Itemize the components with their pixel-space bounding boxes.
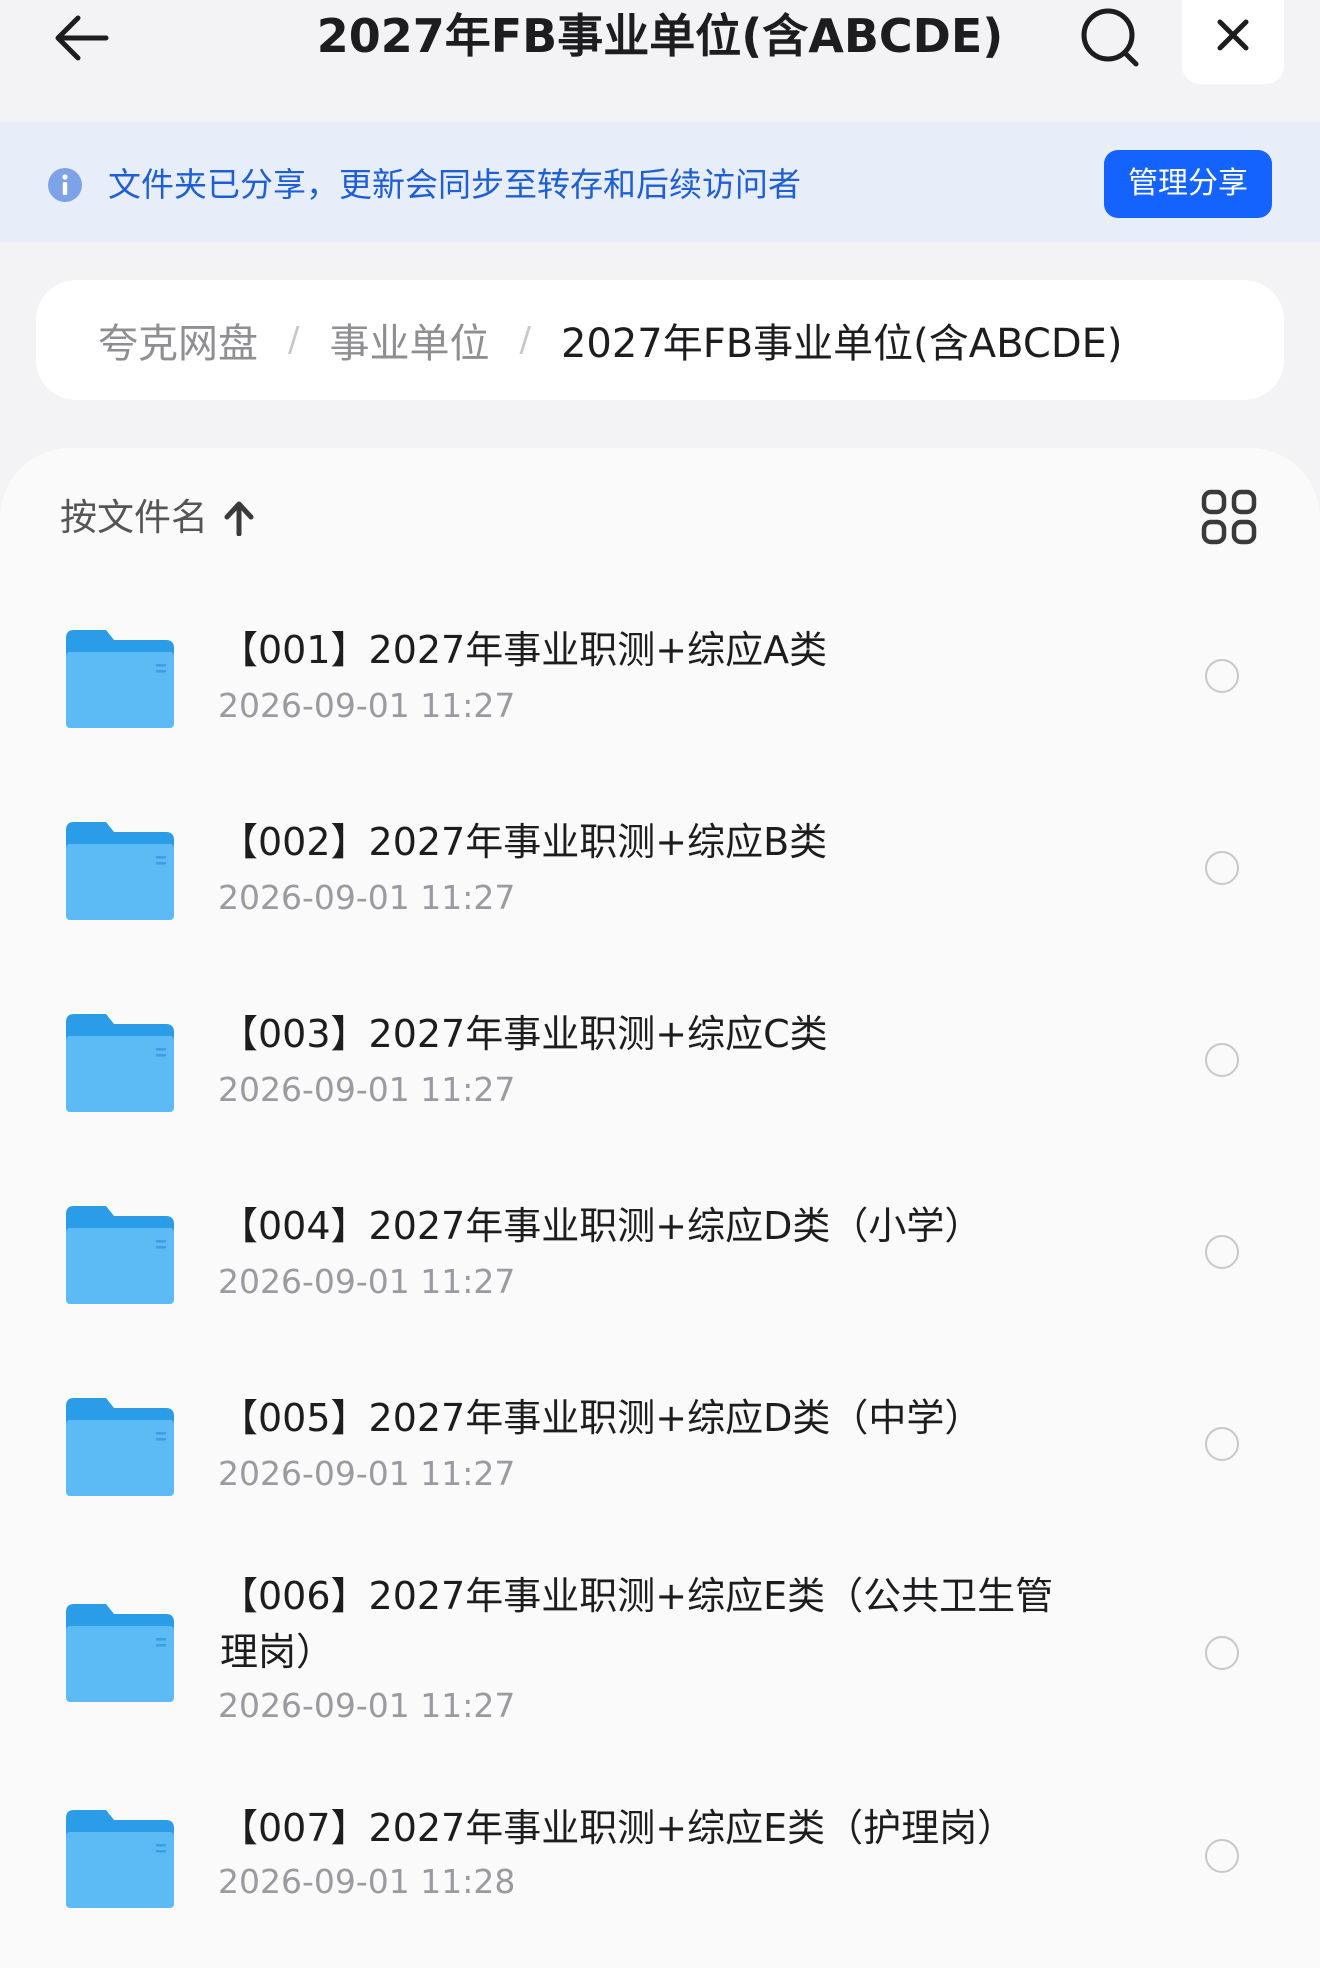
folder-icon (66, 1810, 174, 1908)
back-button[interactable] (50, 6, 114, 70)
file-name: 【007】2027年事业职测+综应E类（护理岗） (220, 1806, 1016, 1850)
file-date: 2026-09-01 11:27 (218, 1686, 516, 1725)
search-icon (1081, 8, 1139, 67)
info-icon (48, 168, 82, 202)
list-item[interactable]: 【004】2027年事业职测+综应D类（小学） 2026-09-01 11:27 (0, 1176, 1320, 1346)
folder-icon (66, 1398, 174, 1496)
folder-icon (66, 822, 174, 920)
select-checkbox[interactable] (1205, 851, 1239, 885)
grid-view-icon[interactable] (1200, 488, 1258, 546)
file-date: 2026-09-01 11:27 (218, 1070, 516, 1109)
file-name: 【002】2027年事业职测+综应B类 (220, 820, 828, 864)
manage-share-button[interactable]: 管理分享 (1104, 150, 1272, 218)
file-name: 【004】2027年事业职测+综应D类（小学） (220, 1204, 983, 1248)
select-checkbox[interactable] (1205, 1839, 1239, 1873)
folder-icon (66, 1206, 174, 1304)
list-item[interactable]: 【006】2027年事业职测+综应E类（公共卫生管理岗） 2026-09-01 … (0, 1568, 1320, 1758)
list-item[interactable]: 【007】2027年事业职测+综应E类（护理岗） 2026-09-01 11:2… (0, 1790, 1320, 1927)
share-notice-text: 文件夹已分享，更新会同步至转存和后续访问者 (108, 165, 801, 204)
search-button[interactable] (1078, 4, 1144, 70)
select-checkbox[interactable] (1205, 1235, 1239, 1269)
breadcrumb-separator: / (288, 320, 300, 360)
page-title: 2027年FB事业单位(含ABCDE) (316, 9, 1004, 63)
list-item[interactable]: 【001】2027年事业职测+综应A类 2026-09-01 11:27 (0, 600, 1320, 770)
select-checkbox[interactable] (1205, 1636, 1239, 1670)
list-item[interactable]: 【003】2027年事业职测+综应C类 2026-09-01 11:27 (0, 984, 1320, 1154)
file-date: 2026-09-01 11:27 (218, 1454, 516, 1493)
file-date: 2026-09-01 11:28 (218, 1862, 516, 1901)
sort-by-name-button[interactable]: 按文件名 (60, 488, 208, 548)
file-name: 【005】2027年事业职测+综应D类（中学） (220, 1396, 983, 1440)
breadcrumb-item-current: 2027年FB事业单位(含ABCDE) (560, 321, 1123, 367)
breadcrumb: 夸克网盘 / 事业单位 / 2027年FB事业单位(含ABCDE) (36, 280, 1284, 400)
list-item[interactable]: 【005】2027年事业职测+综应D类（中学） 2026-09-01 11:27 (0, 1368, 1320, 1538)
arrow-up-icon[interactable] (222, 500, 256, 536)
close-button[interactable] (1182, 0, 1284, 84)
file-name: 【006】2027年事业职测+综应E类（公共卫生管理岗） (220, 1574, 1054, 1674)
select-checkbox[interactable] (1205, 1043, 1239, 1077)
breadcrumb-separator: / (519, 320, 531, 360)
file-date: 2026-09-01 11:27 (218, 686, 516, 725)
file-name: 【001】2027年事业职测+综应A类 (220, 628, 828, 672)
folder-icon (66, 1014, 174, 1112)
breadcrumb-item-parent[interactable]: 事业单位 (329, 311, 489, 369)
select-checkbox[interactable] (1205, 659, 1239, 693)
select-checkbox[interactable] (1205, 1427, 1239, 1461)
file-name: 【003】2027年事业职测+综应C类 (220, 1012, 828, 1056)
close-icon (1217, 19, 1249, 51)
list-item[interactable]: 【002】2027年事业职测+综应B类 2026-09-01 11:27 (0, 792, 1320, 962)
folder-icon (66, 1604, 174, 1702)
top-bar: 2027年FB事业单位(含ABCDE) (0, 0, 1320, 122)
file-date: 2026-09-01 11:27 (218, 1262, 516, 1301)
breadcrumb-item-root[interactable]: 夸克网盘 (98, 311, 258, 369)
arrow-left-icon (55, 15, 109, 61)
file-date: 2026-09-01 11:27 (218, 878, 516, 917)
folder-icon (66, 630, 174, 728)
share-banner: 文件夹已分享，更新会同步至转存和后续访问者 管理分享 (0, 122, 1320, 242)
